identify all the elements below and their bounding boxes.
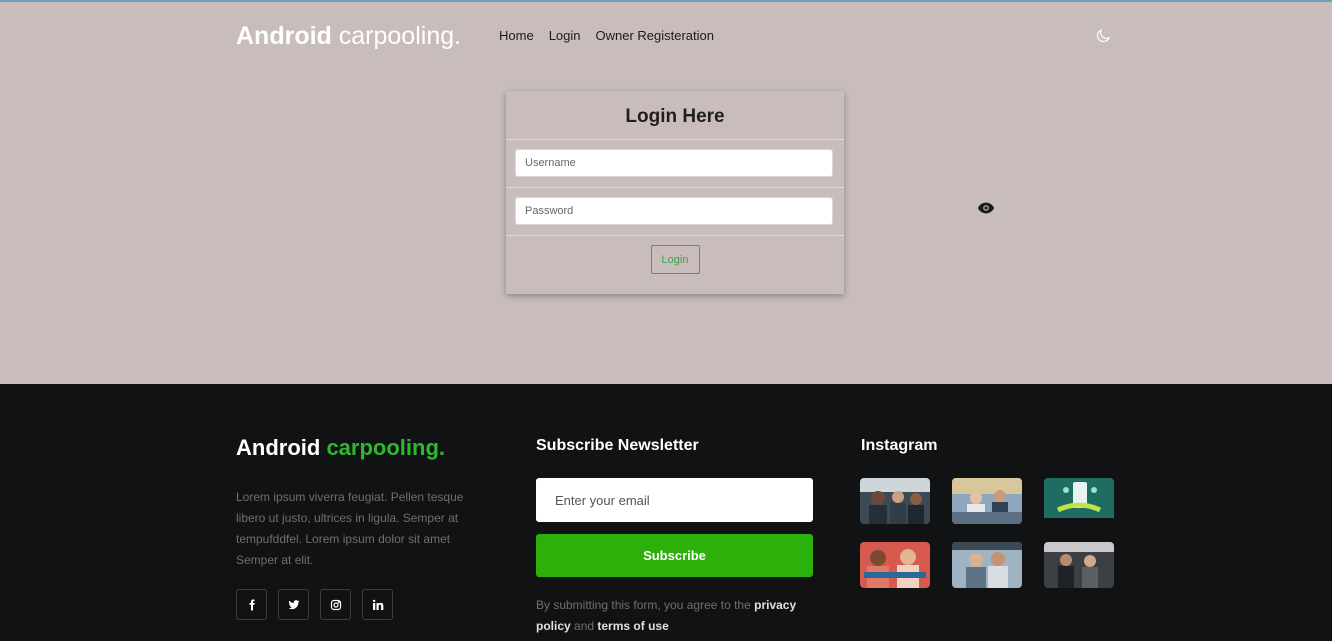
main-nav: Home Login Owner Registeration [499,28,714,43]
instagram-photo[interactable] [952,478,1022,524]
instagram-photo[interactable] [860,478,930,524]
instagram-icon[interactable] [320,589,351,620]
logo-bold-text: Android [236,22,332,50]
login-card: Login Here Login [506,91,844,294]
nav-login-link[interactable]: Login [549,28,581,43]
password-input[interactable] [515,197,833,225]
linkedin-icon[interactable] [362,589,393,620]
twitter-icon[interactable] [278,589,309,620]
eye-icon[interactable] [978,202,994,214]
subscribe-button[interactable]: Subscribe [536,534,813,577]
login-button[interactable]: Login [650,245,700,274]
newsletter-title: Subscribe Newsletter [536,437,699,454]
terms-prefix: By submitting this form, you agree to th… [536,598,755,612]
footer: Android carpooling. Lorem ipsum viverra … [0,384,1332,641]
terms-of-use-link[interactable]: terms of use [597,619,668,633]
instagram-photo[interactable] [1044,542,1114,588]
instagram-photo[interactable] [952,542,1022,588]
site-logo[interactable]: Android carpooling. [236,22,461,51]
newsletter-terms: By submitting this form, you agree to th… [536,595,816,637]
footer-description: Lorem ipsum viverra feugiat. Pellen tesq… [236,490,464,567]
moon-icon[interactable] [1094,27,1112,45]
instagram-photo[interactable] [1044,478,1114,524]
instagram-photo[interactable] [860,542,930,588]
login-title: Login Here [625,106,725,127]
top-border-line [0,0,1332,2]
nav-owner-registration-link[interactable]: Owner Registeration [596,28,715,43]
instagram-title: Instagram [861,437,938,454]
facebook-icon[interactable] [236,589,267,620]
logo-light-text: carpooling. [331,22,462,50]
footer-logo-green: carpooling. [320,435,446,460]
footer-logo[interactable]: Android carpooling. [236,435,445,461]
username-input[interactable] [515,149,833,177]
nav-home-link[interactable]: Home [499,28,534,43]
terms-and: and [570,619,598,633]
footer-logo-bold: Android [236,435,321,460]
newsletter-email-input[interactable] [536,478,813,522]
social-links [236,589,393,620]
